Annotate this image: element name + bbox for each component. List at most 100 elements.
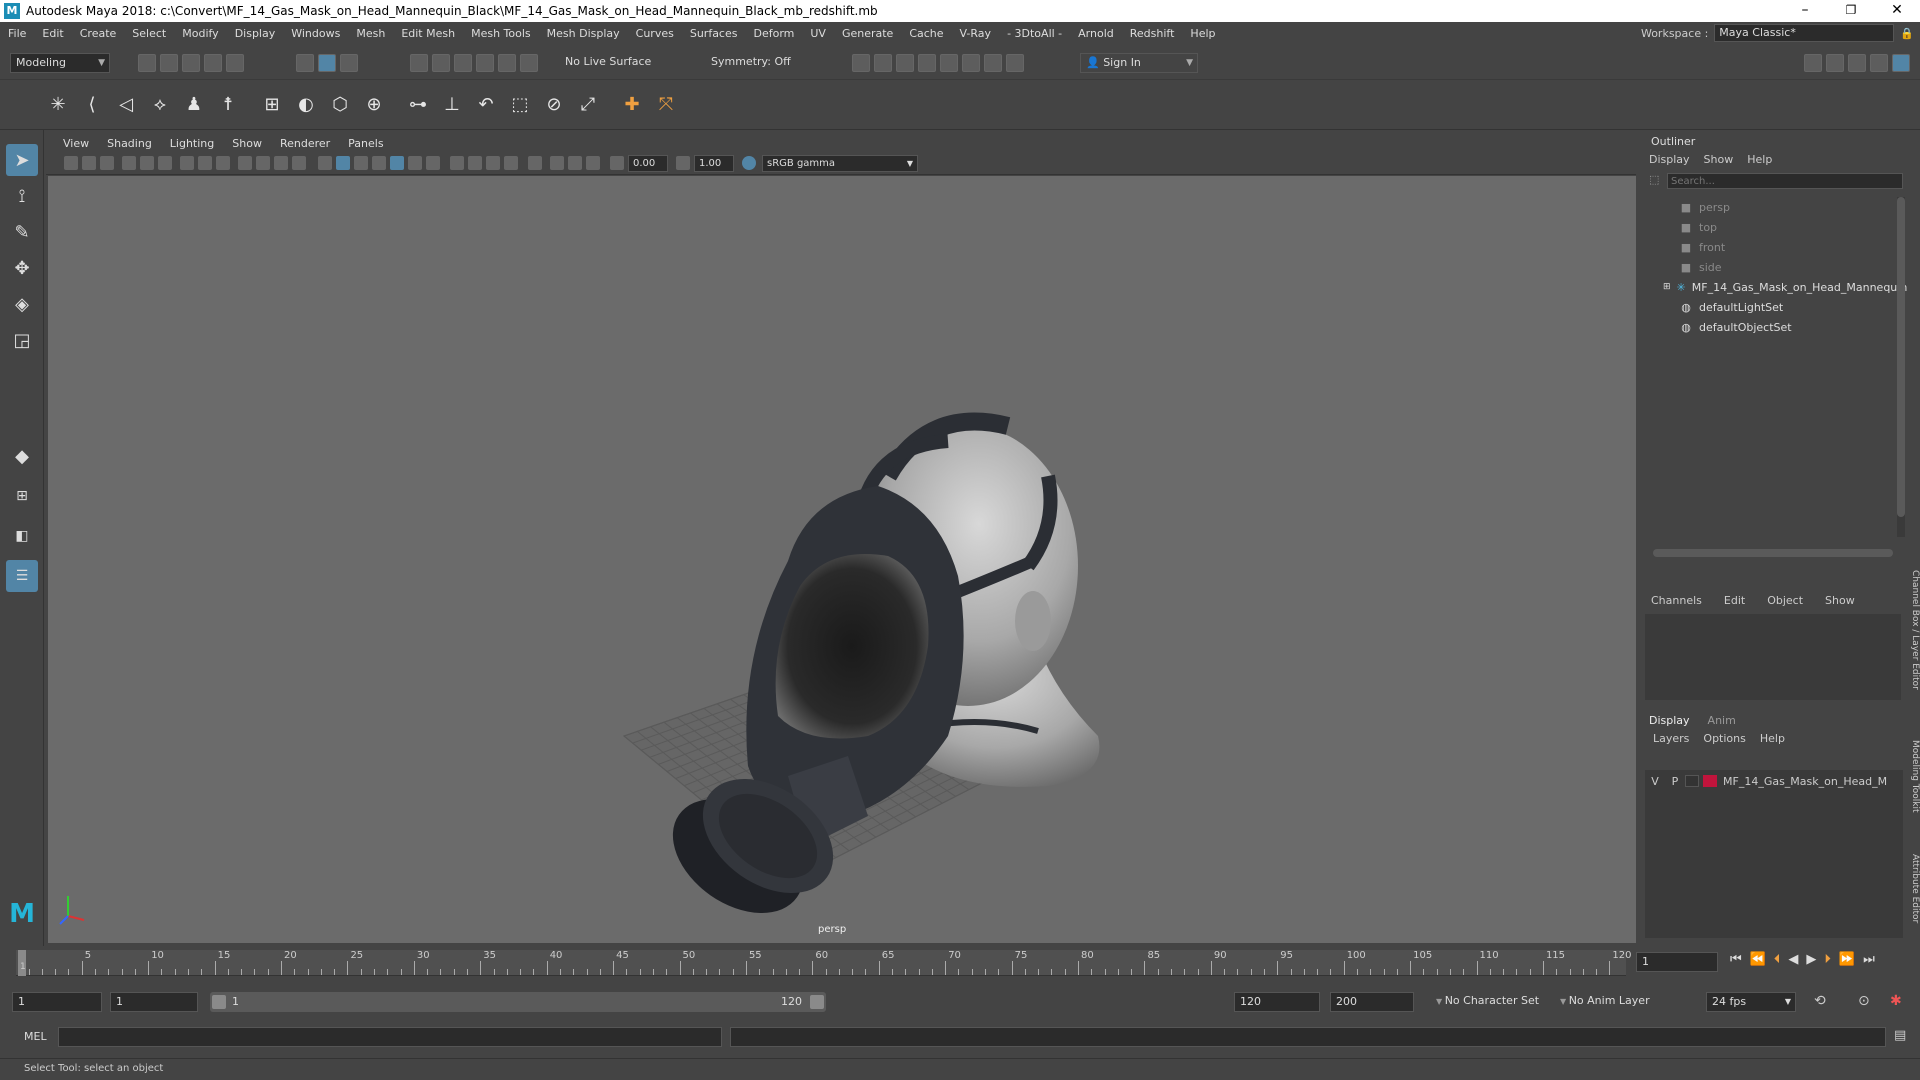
vp-menu-show[interactable]: Show bbox=[223, 137, 271, 150]
key-scale-icon[interactable]: ⬚ bbox=[506, 90, 534, 118]
key-rotate-icon[interactable]: ↶ bbox=[472, 90, 500, 118]
menu-file[interactable]: File bbox=[0, 27, 34, 40]
select-hierarchy-icon[interactable] bbox=[296, 54, 314, 72]
playback-end-field[interactable]: 120 bbox=[1234, 992, 1320, 1012]
layer-tab-display[interactable]: Display bbox=[1649, 714, 1690, 727]
layers-help-menu[interactable]: Help bbox=[1760, 732, 1785, 745]
vp-menu-panels[interactable]: Panels bbox=[339, 137, 392, 150]
time-ruler[interactable]: 1 5 10 15 20 25 30 35 40 45 50 55 60 65 70 75 80 85 90 95 1… bbox=[16, 950, 1631, 976]
color-management-icon[interactable] bbox=[742, 156, 756, 170]
scrollbar-thumb[interactable] bbox=[1897, 197, 1905, 517]
image-plane-icon[interactable] bbox=[122, 156, 136, 170]
play-backwards-icon[interactable]: ◀ bbox=[1788, 952, 1798, 967]
snap-plane-icon[interactable] bbox=[476, 54, 494, 72]
grease-pencil-icon[interactable] bbox=[158, 156, 172, 170]
outliner-search-input[interactable] bbox=[1667, 173, 1903, 189]
select-tool-icon[interactable]: ➤ bbox=[6, 144, 38, 176]
outliner-menu-show[interactable]: Show bbox=[1704, 153, 1734, 166]
anim-layer-dropdown[interactable]: ▼ No Anim Layer bbox=[1560, 994, 1650, 1007]
range-start-handle[interactable] bbox=[212, 995, 226, 1009]
scale-tool-icon[interactable]: ◲ bbox=[6, 324, 38, 356]
safe-title-icon[interactable] bbox=[292, 156, 306, 170]
smooth-skin-icon[interactable]: ⊞ bbox=[258, 90, 286, 118]
select-object-icon[interactable] bbox=[318, 54, 336, 72]
constraint-aim-icon[interactable]: ⤢ bbox=[574, 90, 602, 118]
menu-edit-mesh[interactable]: Edit Mesh bbox=[393, 27, 463, 40]
2d-pan-icon[interactable] bbox=[140, 156, 154, 170]
viewport-persp[interactable]: persp bbox=[48, 176, 1636, 943]
step-back-key-icon[interactable]: ⏪ bbox=[1750, 952, 1766, 967]
human-ik-skeleton-icon[interactable]: ☨ bbox=[214, 90, 242, 118]
go-to-start-icon[interactable]: ⏮ bbox=[1730, 952, 1742, 967]
safe-action-icon[interactable] bbox=[274, 156, 288, 170]
cluster-icon[interactable]: ⊕ bbox=[360, 90, 388, 118]
layer-tab-anim[interactable]: Anim bbox=[1708, 714, 1736, 727]
depth-of-field-icon[interactable] bbox=[504, 156, 518, 170]
snap-center-icon[interactable] bbox=[520, 54, 538, 72]
outliner-item-top[interactable]: ■ top bbox=[1643, 217, 1903, 237]
menu-deform[interactable]: Deform bbox=[745, 27, 802, 40]
ik-handle-icon[interactable]: ⟨ bbox=[78, 90, 106, 118]
channels-edit-menu[interactable]: Edit bbox=[1724, 594, 1745, 607]
key-translate-icon[interactable]: ⊥ bbox=[438, 90, 466, 118]
field-chart-icon[interactable] bbox=[256, 156, 270, 170]
outliner-item-side[interactable]: ■ side bbox=[1643, 257, 1903, 277]
channels-object-menu[interactable]: Object bbox=[1767, 594, 1803, 607]
render-setup-icon[interactable] bbox=[962, 54, 980, 72]
smooth-shade-icon[interactable] bbox=[336, 156, 350, 170]
animation-end-field[interactable]: 200 bbox=[1330, 992, 1414, 1012]
fps-dropdown[interactable]: 24 fps ▼ bbox=[1706, 992, 1796, 1012]
two-view-icon[interactable]: ◧ bbox=[6, 520, 38, 552]
film-gate-icon[interactable] bbox=[198, 156, 212, 170]
wireframe-icon[interactable] bbox=[318, 156, 332, 170]
xray-icon[interactable] bbox=[550, 156, 564, 170]
sign-in-dropdown[interactable]: 👤 Sign In ▼ bbox=[1080, 53, 1198, 73]
range-end-handle[interactable] bbox=[810, 995, 824, 1009]
lasso-tool-icon[interactable]: ⟟ bbox=[6, 180, 38, 212]
current-frame-field[interactable]: 1 bbox=[1636, 952, 1718, 972]
render-current-icon[interactable] bbox=[874, 54, 892, 72]
minimize-button[interactable]: – bbox=[1782, 0, 1828, 22]
bind-skin-icon[interactable]: ⟡ bbox=[146, 90, 174, 118]
menu-select[interactable]: Select bbox=[124, 27, 174, 40]
side-tab-attribute-editor[interactable]: Attribute Editor bbox=[1908, 854, 1920, 923]
menu-uv[interactable]: UV bbox=[802, 27, 834, 40]
bookmark-icon[interactable] bbox=[100, 156, 114, 170]
redo-icon[interactable] bbox=[226, 54, 244, 72]
vp-menu-view[interactable]: View bbox=[54, 137, 98, 150]
exposure-icon[interactable] bbox=[610, 156, 624, 170]
time-slider[interactable]: 1 5 10 15 20 25 30 35 40 45 50 55 60 65 70 75 80 85 90 95 1… bbox=[0, 946, 1920, 980]
ipr-render-icon[interactable] bbox=[896, 54, 914, 72]
vp-menu-renderer[interactable]: Renderer bbox=[271, 137, 339, 150]
layer-playback-toggle[interactable]: P bbox=[1665, 775, 1685, 788]
outliner-menu-help[interactable]: Help bbox=[1747, 153, 1772, 166]
layer-type-toggle[interactable] bbox=[1685, 775, 1699, 787]
motion-blur-icon[interactable] bbox=[468, 156, 482, 170]
shadows-icon[interactable] bbox=[426, 156, 440, 170]
pause-icon[interactable] bbox=[1006, 54, 1024, 72]
constraint-orient-icon[interactable]: ⤧ bbox=[652, 90, 680, 118]
joint-tool-icon[interactable]: ◁ bbox=[112, 90, 140, 118]
side-tab-channel-box[interactable]: Channel Box / Layer Editor bbox=[1908, 570, 1920, 690]
animation-start-field[interactable]: 1 bbox=[12, 992, 102, 1012]
menu-modify[interactable]: Modify bbox=[174, 27, 226, 40]
vp-menu-lighting[interactable]: Lighting bbox=[161, 137, 223, 150]
exposure-field[interactable]: 0.00 bbox=[628, 155, 668, 172]
menu-set-dropdown[interactable]: Modeling ▼ bbox=[10, 53, 110, 73]
maximize-button[interactable]: ❐ bbox=[1828, 0, 1874, 22]
outliner-h-scrollbar[interactable] bbox=[1653, 549, 1893, 557]
render-settings-icon[interactable] bbox=[918, 54, 936, 72]
create-locator-icon[interactable]: ✳ bbox=[44, 90, 72, 118]
hypershade-icon[interactable] bbox=[940, 54, 958, 72]
snap-surface-icon[interactable] bbox=[498, 54, 516, 72]
constraint-parent-icon[interactable]: ⊘ bbox=[540, 90, 568, 118]
outliner-item-default-object-set[interactable]: ◍ defaultObjectSet bbox=[1643, 317, 1903, 337]
channels-show-menu[interactable]: Show bbox=[1825, 594, 1855, 607]
loop-icon[interactable]: ⟲ bbox=[1814, 993, 1826, 1009]
camera-attributes-icon[interactable] bbox=[82, 156, 96, 170]
lattice-icon[interactable]: ⬡ bbox=[326, 90, 354, 118]
undo-icon[interactable] bbox=[204, 54, 222, 72]
move-tool-icon[interactable]: ✥ bbox=[6, 252, 38, 284]
menu-mesh-display[interactable]: Mesh Display bbox=[539, 27, 628, 40]
outliner-item-front[interactable]: ■ front bbox=[1643, 237, 1903, 257]
